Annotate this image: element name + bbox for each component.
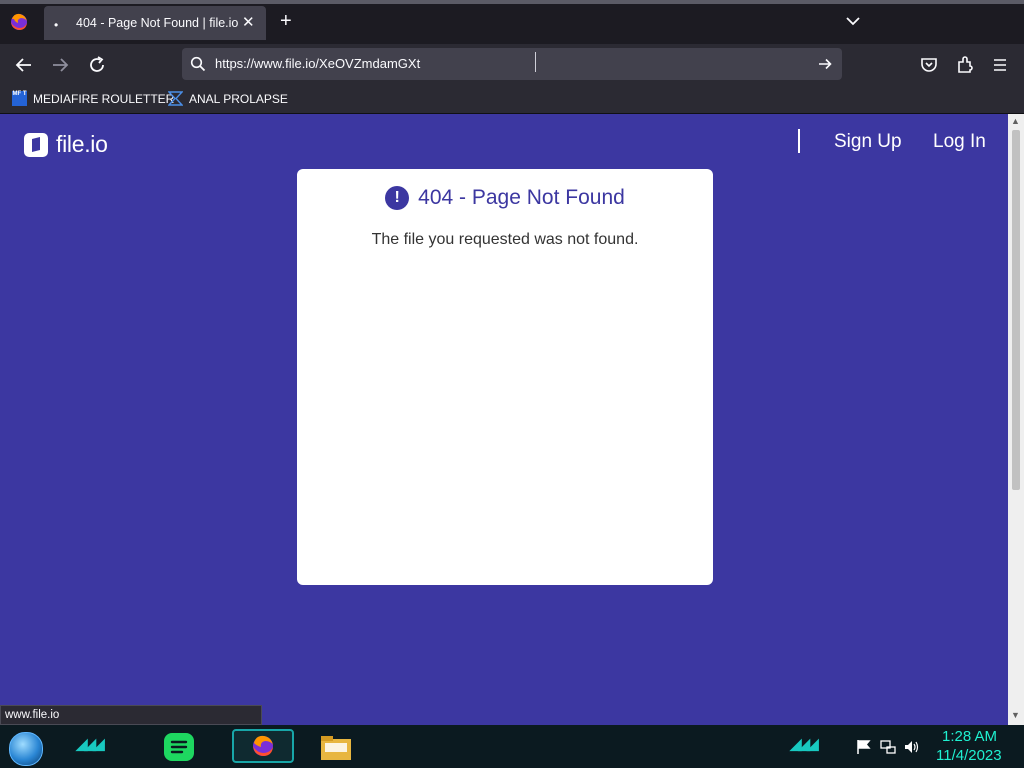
list-all-tabs-icon[interactable] bbox=[844, 12, 862, 35]
site-logo[interactable]: file.io bbox=[24, 131, 108, 158]
new-tab-icon[interactable]: + bbox=[280, 10, 292, 32]
url-text[interactable]: https://www.file.io/XeOVZmdamGXt bbox=[215, 56, 420, 71]
sign-up-link[interactable]: Sign Up bbox=[834, 131, 902, 153]
hamburger-menu-icon[interactable] bbox=[990, 55, 1010, 75]
tab-strip: • 404 - Page Not Found | file.io ✕ + bbox=[0, 0, 1024, 44]
start-button-icon[interactable] bbox=[9, 732, 43, 766]
logo-text: file.io bbox=[56, 131, 108, 157]
log-in-link[interactable]: Log In bbox=[933, 131, 986, 153]
spotify-taskbar-icon[interactable] bbox=[164, 733, 194, 761]
vertical-scrollbar[interactable]: ▲ ▼ bbox=[1008, 114, 1024, 725]
address-bar[interactable]: https://www.file.io/XeOVZmdamGXt bbox=[182, 48, 842, 80]
error-message: The file you requested was not found. bbox=[371, 231, 639, 248]
text-cursor bbox=[535, 52, 536, 72]
file-explorer-taskbar-icon[interactable] bbox=[320, 733, 352, 761]
link-status-bar: www.file.io bbox=[0, 705, 262, 725]
volume-icon[interactable] bbox=[904, 739, 920, 755]
scroll-thumb[interactable] bbox=[1012, 130, 1020, 490]
scroll-down-icon[interactable]: ▼ bbox=[1011, 710, 1020, 720]
forward-arrow-icon[interactable] bbox=[50, 55, 70, 75]
bookmark-sigma-icon bbox=[167, 91, 184, 106]
mediafire-icon: MF T bbox=[12, 91, 27, 106]
firefox-taskbar-icon[interactable] bbox=[232, 729, 294, 763]
bookmark-label: ANAL PROLAPSE bbox=[189, 91, 288, 106]
clock-time[interactable]: 1:28 AM bbox=[942, 728, 997, 745]
navigation-toolbar: https://www.file.io/XeOVZmdamGXt bbox=[0, 44, 1024, 84]
tab-close-icon[interactable]: ✕ bbox=[242, 13, 255, 31]
clock-date[interactable]: 11/4/2023 bbox=[936, 747, 1002, 764]
pocket-icon[interactable] bbox=[919, 55, 939, 75]
error-card: ! 404 - Page Not Found The file you requ… bbox=[297, 169, 713, 585]
page-content: file.io Sign Up Log In ! 404 - Page Not … bbox=[0, 114, 1008, 725]
error-title: 404 - Page Not Found bbox=[418, 186, 625, 209]
tab-favicon-dot: • bbox=[54, 18, 59, 32]
bookmarks-toolbar: MF T MEDIAFIRE ROULETTER ANAL PROLAPSE bbox=[0, 84, 1024, 114]
reload-icon[interactable] bbox=[87, 55, 107, 75]
go-arrow-icon[interactable] bbox=[817, 56, 833, 77]
window-top-border bbox=[0, 0, 1024, 4]
bookmark-item[interactable]: ANAL PROLAPSE bbox=[167, 90, 288, 107]
bookmark-label: MEDIAFIRE ROULETTER bbox=[33, 91, 175, 106]
back-arrow-icon[interactable] bbox=[14, 55, 34, 75]
extensions-icon[interactable] bbox=[955, 55, 975, 75]
network-icon[interactable] bbox=[880, 739, 896, 755]
alert-icon: ! bbox=[385, 186, 410, 210]
tab-title: 404 - Page Not Found | file.io bbox=[76, 16, 239, 30]
action-center-flag-icon[interactable] bbox=[856, 739, 872, 755]
firefox-menu-icon[interactable] bbox=[6, 10, 32, 34]
error-header: ! 404 - Page Not Found bbox=[297, 186, 713, 210]
fileio-logo-icon bbox=[24, 132, 48, 157]
bookmark-item[interactable]: MF T MEDIAFIRE ROULETTER bbox=[12, 90, 174, 107]
taskbar: ◢◢◢ ◢◢◢ 1:28 AM 11/4/2023 bbox=[0, 725, 1024, 768]
nav-divider bbox=[798, 129, 800, 153]
taskbar-chevrons-icon: ◢◢◢ bbox=[76, 736, 105, 753]
tab-active[interactable]: • 404 - Page Not Found | file.io ✕ bbox=[44, 6, 266, 40]
taskbar-chevrons-icon: ◢◢◢ bbox=[790, 736, 819, 753]
search-icon bbox=[190, 56, 206, 77]
system-tray bbox=[856, 739, 920, 755]
scroll-up-icon[interactable]: ▲ bbox=[1011, 116, 1020, 126]
